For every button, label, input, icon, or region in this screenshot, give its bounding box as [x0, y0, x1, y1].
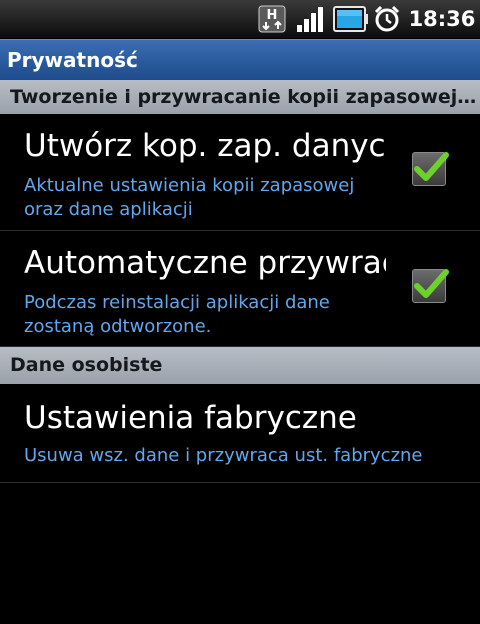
battery-icon [333, 0, 369, 38]
pref-summary: Aktualne ustawienia kopii zapasowej oraz… [24, 175, 355, 220]
pref-item-backup-data[interactable]: Utwórz kop. zap. danych Aktualne ustawie… [0, 114, 480, 231]
title-bar: Prywatność [0, 39, 480, 80]
section-header-backup: Tworzenie i przywracanie kopii zapasowej… [0, 80, 480, 114]
backup-data-checkbox[interactable] [412, 152, 449, 186]
pref-summary: Usuwa wsz. dane i przywraca ust. fabrycz… [24, 445, 423, 466]
pref-item-auto-restore[interactable]: Automatyczne przywraca Podczas reinstala… [0, 231, 480, 347]
section-header-personal: Dane osobiste [0, 347, 480, 384]
page-title: Prywatność [7, 48, 138, 72]
pref-title: Automatyczne przywraca [24, 245, 386, 281]
hsdpa-data-icon: H [258, 0, 288, 38]
pref-title: Utwórz kop. zap. danych [24, 128, 386, 164]
check-mark-icon [414, 152, 449, 181]
pref-summary: Podczas reinstalacji aplikacji dane zost… [24, 292, 330, 337]
check-mark-icon [414, 269, 449, 298]
auto-restore-checkbox[interactable] [412, 269, 449, 303]
pref-item-factory-reset[interactable]: Ustawienia fabryczne Usuwa wsz. dane i p… [0, 384, 480, 483]
network-type-label: H [267, 8, 278, 23]
pref-title: Ustawienia fabryczne [24, 400, 357, 436]
alarm-clock-icon [373, 0, 401, 38]
status-bar: H 18:36 [0, 0, 480, 39]
signal-strength-icon [296, 0, 326, 38]
status-clock: 18:36 [408, 7, 476, 31]
